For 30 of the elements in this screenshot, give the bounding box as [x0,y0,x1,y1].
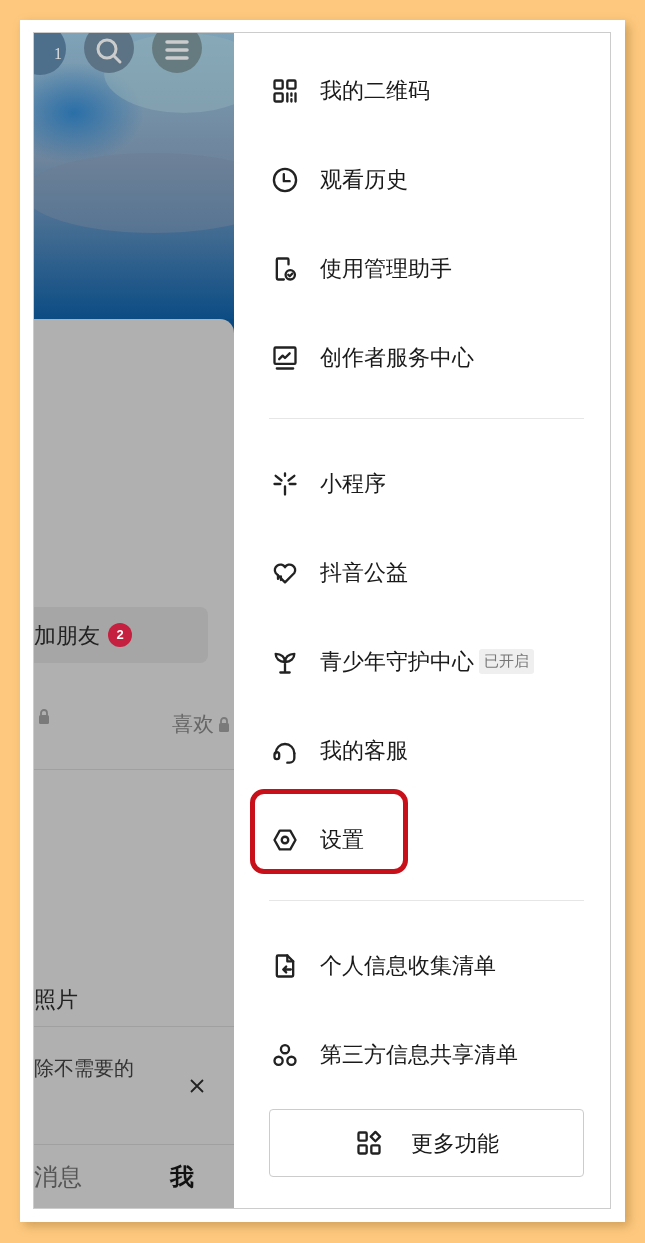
qr-code-icon [271,76,299,105]
nav-tab[interactable]: 我 [170,1158,194,1195]
menu-item[interactable]: 使用管理助手 [320,252,452,285]
menu-item[interactable]: 设置 [320,823,364,856]
add-friends-button[interactable]: 加朋友 2 [34,607,208,663]
sparkle-icon [271,469,299,498]
list-text: 照片 [34,986,78,1014]
menu-item[interactable]: 我的客服 [320,734,408,767]
menu-item[interactable]: 第三方信息共享清单 [320,1038,518,1071]
menu-item[interactable]: 小程序 [320,467,386,500]
list-text: 除不需要的 [34,1057,134,1079]
grid-icon [354,1129,383,1157]
follow-count-button[interactable]: 1 [34,33,66,75]
more-functions-button[interactable]: 更多功能 [269,1109,584,1177]
menu-item[interactable]: 我的二维码 [320,74,430,107]
lock-icon [218,715,230,732]
search-icon[interactable] [84,33,134,73]
monitor-chart-icon [271,343,299,372]
menu-item[interactable]: 个人信息收集清单 [320,949,496,982]
lock-icon [38,708,50,724]
menu-item[interactable]: 观看历史 [320,163,408,196]
menu-item[interactable]: 抖音公益 [320,556,408,589]
menu-item[interactable]: 创作者服务中心 [320,341,474,374]
status-tag: 已开启 [479,649,534,674]
tab[interactable] [38,708,50,724]
clock-icon [271,165,299,194]
badge: 2 [108,623,132,647]
menu-item[interactable]: 青少年守护中心 [320,645,474,678]
menu-icon[interactable] [152,33,202,73]
close-icon[interactable] [190,1079,204,1093]
